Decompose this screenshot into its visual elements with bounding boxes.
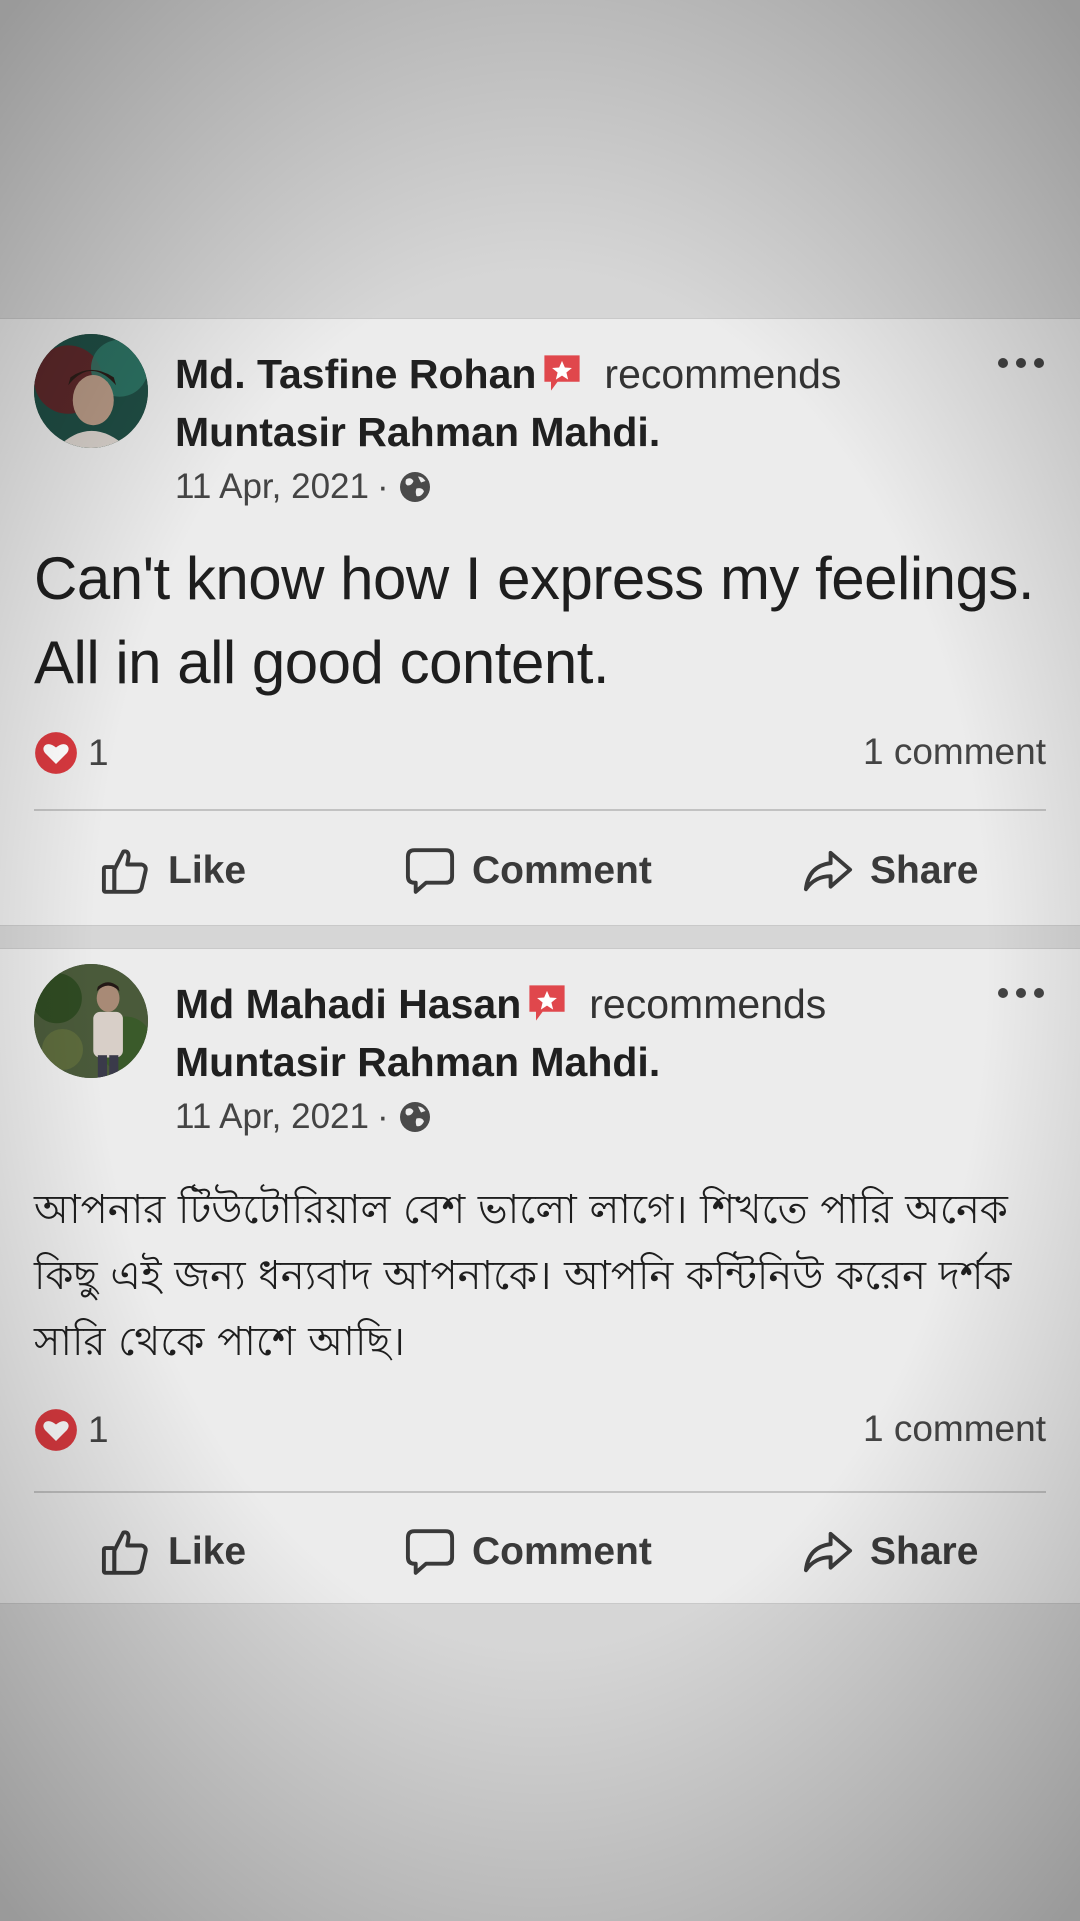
- post-date[interactable]: 11 Apr, 2021: [175, 467, 369, 507]
- page-name[interactable]: Muntasir Rahman Mahdi.: [175, 403, 915, 461]
- like-button[interactable]: Like: [100, 831, 246, 911]
- share-label: Share: [870, 849, 979, 892]
- meta-separator: ·: [376, 1097, 389, 1136]
- comment-count[interactable]: 1 comment: [863, 1408, 1046, 1450]
- reaction-summary[interactable]: 1: [34, 731, 109, 775]
- post-header: Md. Tasfine Rohan recommends Muntasir Ra…: [175, 345, 915, 461]
- divider: [34, 809, 1046, 811]
- like-label: Like: [168, 849, 247, 892]
- recommend-badge-icon: [525, 981, 569, 1025]
- author-name[interactable]: Md. Tasfine Rohan: [175, 351, 536, 397]
- author-avatar[interactable]: [34, 334, 148, 448]
- post-actions: Like Comment Share: [0, 1512, 1080, 1592]
- share-button[interactable]: Share: [802, 1512, 978, 1592]
- comment-button[interactable]: Comment: [404, 831, 652, 911]
- globe-icon: [397, 1099, 433, 1135]
- post-body: আপনার টিউটোরিয়াল বেশ ভালো লাগে। শিখতে প…: [34, 1187, 1012, 1365]
- page-name[interactable]: Muntasir Rahman Mahdi.: [175, 1033, 915, 1091]
- more-options-icon[interactable]: [996, 983, 1046, 1003]
- recommend-badge-icon: [540, 351, 584, 395]
- like-button[interactable]: Like: [100, 1512, 246, 1592]
- thumbs-up-icon: [100, 845, 152, 897]
- love-reaction-icon: [34, 731, 78, 775]
- share-button[interactable]: Share: [802, 831, 978, 911]
- reaction-summary[interactable]: 1: [34, 1408, 109, 1452]
- divider: [34, 1491, 1046, 1493]
- love-reaction-icon: [34, 1408, 78, 1452]
- like-label: Like: [168, 1530, 247, 1573]
- share-arrow-icon: [802, 845, 854, 897]
- thumbs-up-icon: [100, 1526, 152, 1578]
- recommends-label: recommends: [589, 981, 827, 1027]
- globe-icon: [397, 469, 433, 505]
- share-label: Share: [870, 1530, 979, 1573]
- post-actions: Like Comment Share: [0, 831, 1080, 911]
- share-arrow-icon: [802, 1526, 854, 1578]
- more-options-icon[interactable]: [996, 353, 1046, 373]
- post-meta: 11 Apr, 2021 ·: [175, 467, 433, 507]
- comment-count[interactable]: 1 comment: [863, 731, 1046, 773]
- review-post-2: Md Mahadi Hasan recommends Muntasir Rahm…: [0, 948, 1080, 1604]
- post-date[interactable]: 11 Apr, 2021: [175, 1097, 369, 1137]
- reaction-count: 1: [88, 732, 109, 773]
- comment-label: Comment: [472, 849, 652, 892]
- review-post-1: Md. Tasfine Rohan recommends Muntasir Ra…: [0, 318, 1080, 926]
- post-meta: 11 Apr, 2021 ·: [175, 1097, 433, 1137]
- post-header: Md Mahadi Hasan recommends Muntasir Rahm…: [175, 975, 915, 1091]
- reaction-count: 1: [88, 1409, 109, 1450]
- recommends-label: recommends: [604, 351, 842, 397]
- comment-bubble-icon: [404, 1526, 456, 1578]
- comment-button[interactable]: Comment: [404, 1512, 652, 1592]
- author-name[interactable]: Md Mahadi Hasan: [175, 981, 521, 1027]
- comment-label: Comment: [472, 1530, 652, 1573]
- author-avatar[interactable]: [34, 964, 148, 1078]
- comment-bubble-icon: [404, 845, 456, 897]
- post-body: Can't know how I express my feelings. Al…: [34, 545, 1035, 696]
- meta-separator: ·: [376, 467, 389, 506]
